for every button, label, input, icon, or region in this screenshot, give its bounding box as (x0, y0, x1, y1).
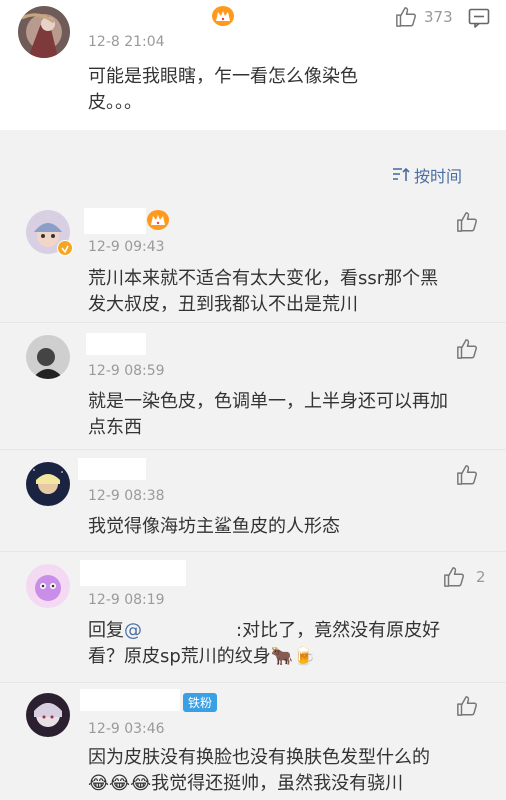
reply-text: 回复@ :对比了，竟然没有原皮好 看？原皮sp荒川的纹身🐂🍺 (88, 618, 488, 670)
comment-icon[interactable] (468, 8, 490, 32)
vip-crown-icon (147, 210, 169, 230)
like-count: 2 (476, 568, 486, 586)
timestamp: 12-9 09:43 (88, 239, 165, 255)
mention-redacted (142, 620, 236, 642)
username-redacted (78, 458, 146, 480)
reply-prefix: 回复 (88, 620, 124, 641)
emoji: 🐂🍺 (270, 646, 316, 667)
thumbs-up-icon[interactable] (456, 211, 478, 237)
thumbs-up-icon[interactable] (456, 464, 478, 490)
avatar[interactable] (26, 462, 70, 506)
list-item: 12-9 08:38 我觉得像海坊主鲨鱼皮的人形态 (0, 450, 506, 551)
timestamp: 12-9 03:46 (88, 721, 165, 737)
emoji: 😂😂😂 (88, 773, 152, 794)
reply-text-line2: 我觉得还挺帅，虽然我没有骁川 (151, 773, 404, 794)
thumbs-up-icon[interactable] (456, 338, 478, 364)
avatar[interactable] (18, 6, 70, 58)
sort-by-time-button[interactable]: 按时间 (392, 163, 462, 187)
username-redacted (86, 333, 146, 355)
like-count: 373 (424, 8, 453, 26)
list-item: 12-9 08:59 就是一染色皮，色调单一，上半身还可以再加 点东西 (0, 323, 506, 449)
mention-link[interactable]: @ (124, 620, 236, 642)
vip-crown-icon (212, 6, 234, 26)
reply-list: 12-9 09:43 荒川本来就不适合有太大变化，看ssr那个黑 发大叔皮，丑到… (0, 196, 506, 800)
reply-text-line2: 看？原皮sp荒川的纹身 (88, 646, 271, 667)
verified-badge-icon (57, 240, 73, 256)
thumbs-up-icon[interactable] (395, 6, 417, 32)
avatar[interactable] (26, 335, 70, 379)
timestamp: 12-9 08:59 (88, 363, 165, 379)
timestamp: 12-9 08:38 (88, 488, 165, 504)
list-item: 12-9 08:19 回复@ :对比了，竟然没有原皮好 看？原皮sp荒川的纹身🐂🍺… (0, 552, 506, 682)
reply-text-line1: :对比了，竟然没有原皮好 (236, 620, 441, 641)
mention-symbol: @ (124, 620, 142, 641)
timestamp: 12-9 08:19 (88, 592, 165, 608)
list-item: 12-9 09:43 荒川本来就不适合有太大变化，看ssr那个黑 发大叔皮，丑到… (0, 196, 506, 322)
username-redacted (80, 560, 186, 586)
comment-text: 可能是我眼瞎，乍一看怎么像染色 皮。。。 (88, 66, 358, 113)
username-redacted (84, 208, 146, 234)
username-redacted (80, 689, 180, 711)
reply-text: 我觉得像海坊主鲨鱼皮的人形态 (88, 516, 340, 537)
reply-text-line1: 因为皮肤没有换脸也没有换肤色发型什么的 (88, 747, 430, 768)
iron-fan-badge: 铁粉 (183, 693, 218, 712)
reply-text: 荒川本来就不适合有太大变化，看ssr那个黑 发大叔皮，丑到我都认不出是荒川 (88, 268, 439, 315)
reply-text: 就是一染色皮，色调单一，上半身还可以再加 点东西 (88, 391, 448, 438)
list-item: 铁粉 12-9 03:46 因为皮肤没有换脸也没有换肤色发型什么的 😂😂😂我觉得… (0, 683, 506, 800)
avatar[interactable] (26, 693, 70, 737)
thumbs-up-icon[interactable] (456, 695, 478, 721)
avatar[interactable] (26, 564, 70, 608)
reply-text: 因为皮肤没有换脸也没有换肤色发型什么的 😂😂😂我觉得还挺帅，虽然我没有骁川 (88, 745, 498, 797)
timestamp: 12-8 21:04 (88, 34, 165, 50)
sort-label: 按时间 (413, 167, 462, 186)
main-comment: 12-8 21:04 可能是我眼瞎，乍一看怎么像染色 皮。。。 373 (0, 0, 506, 130)
sort-icon (392, 167, 410, 181)
thumbs-up-icon[interactable] (443, 566, 465, 592)
